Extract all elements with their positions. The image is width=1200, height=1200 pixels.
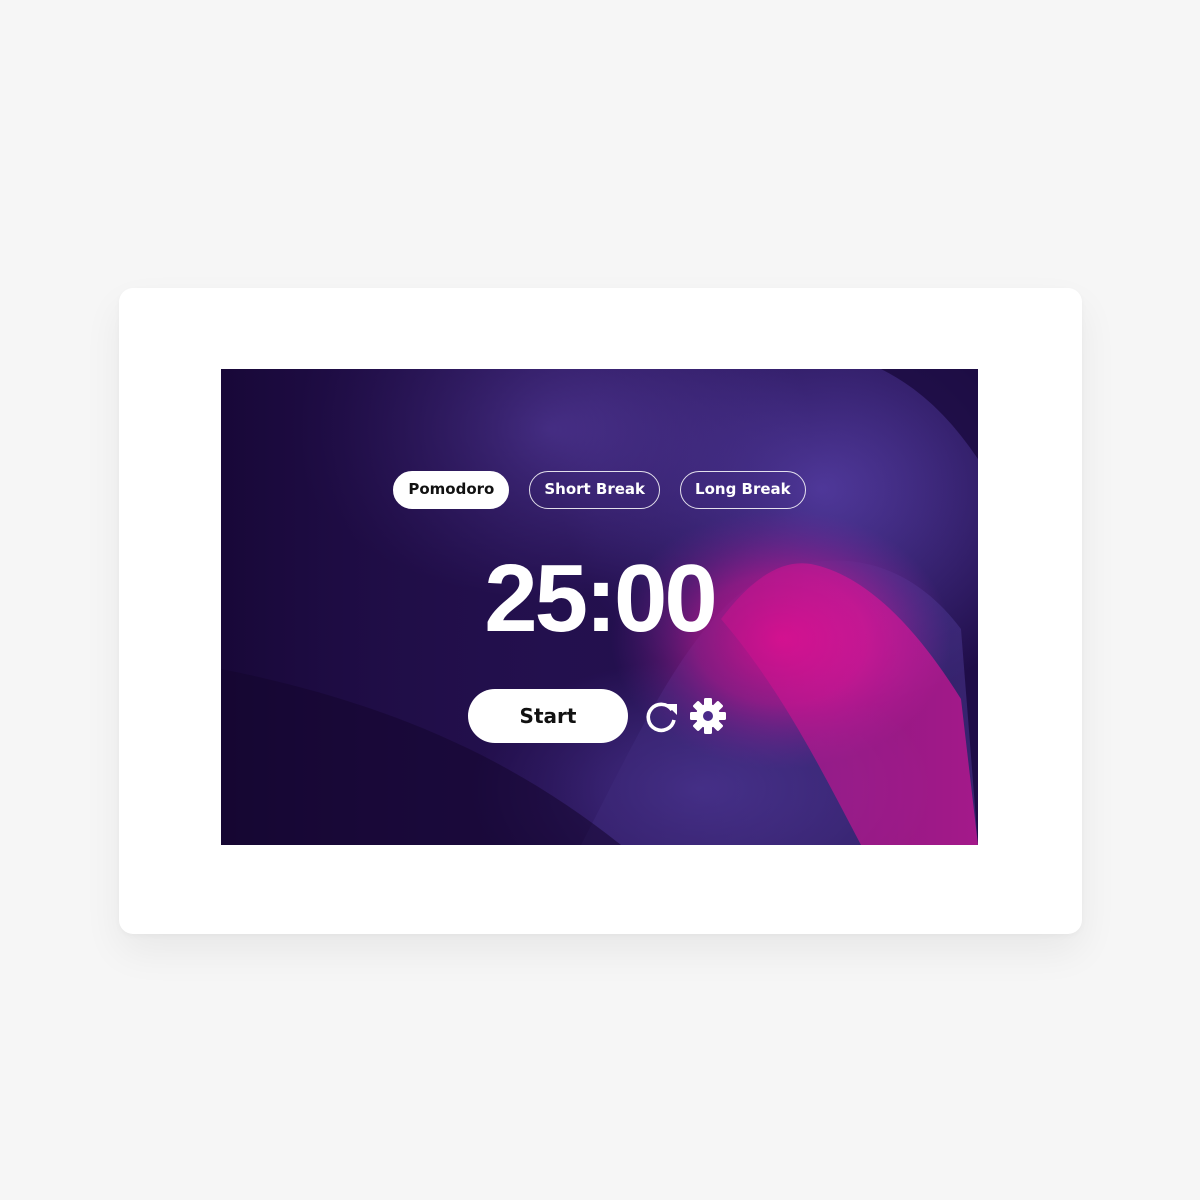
tab-short-break[interactable]: Short Break [529, 471, 661, 509]
timer-controls: Start [468, 689, 728, 743]
timer-display: 25:00 [484, 545, 718, 652]
gear-icon[interactable] [688, 696, 728, 736]
mode-tabs: Pomodoro Short Break Long Break [221, 471, 978, 509]
tab-long-break[interactable]: Long Break [680, 471, 806, 509]
start-button[interactable]: Start [468, 689, 628, 743]
tab-pomodoro[interactable]: Pomodoro [393, 471, 510, 509]
timer-screen: Pomodoro Short Break Long Break 25:00 St… [221, 369, 978, 845]
reset-icon[interactable] [642, 696, 682, 736]
